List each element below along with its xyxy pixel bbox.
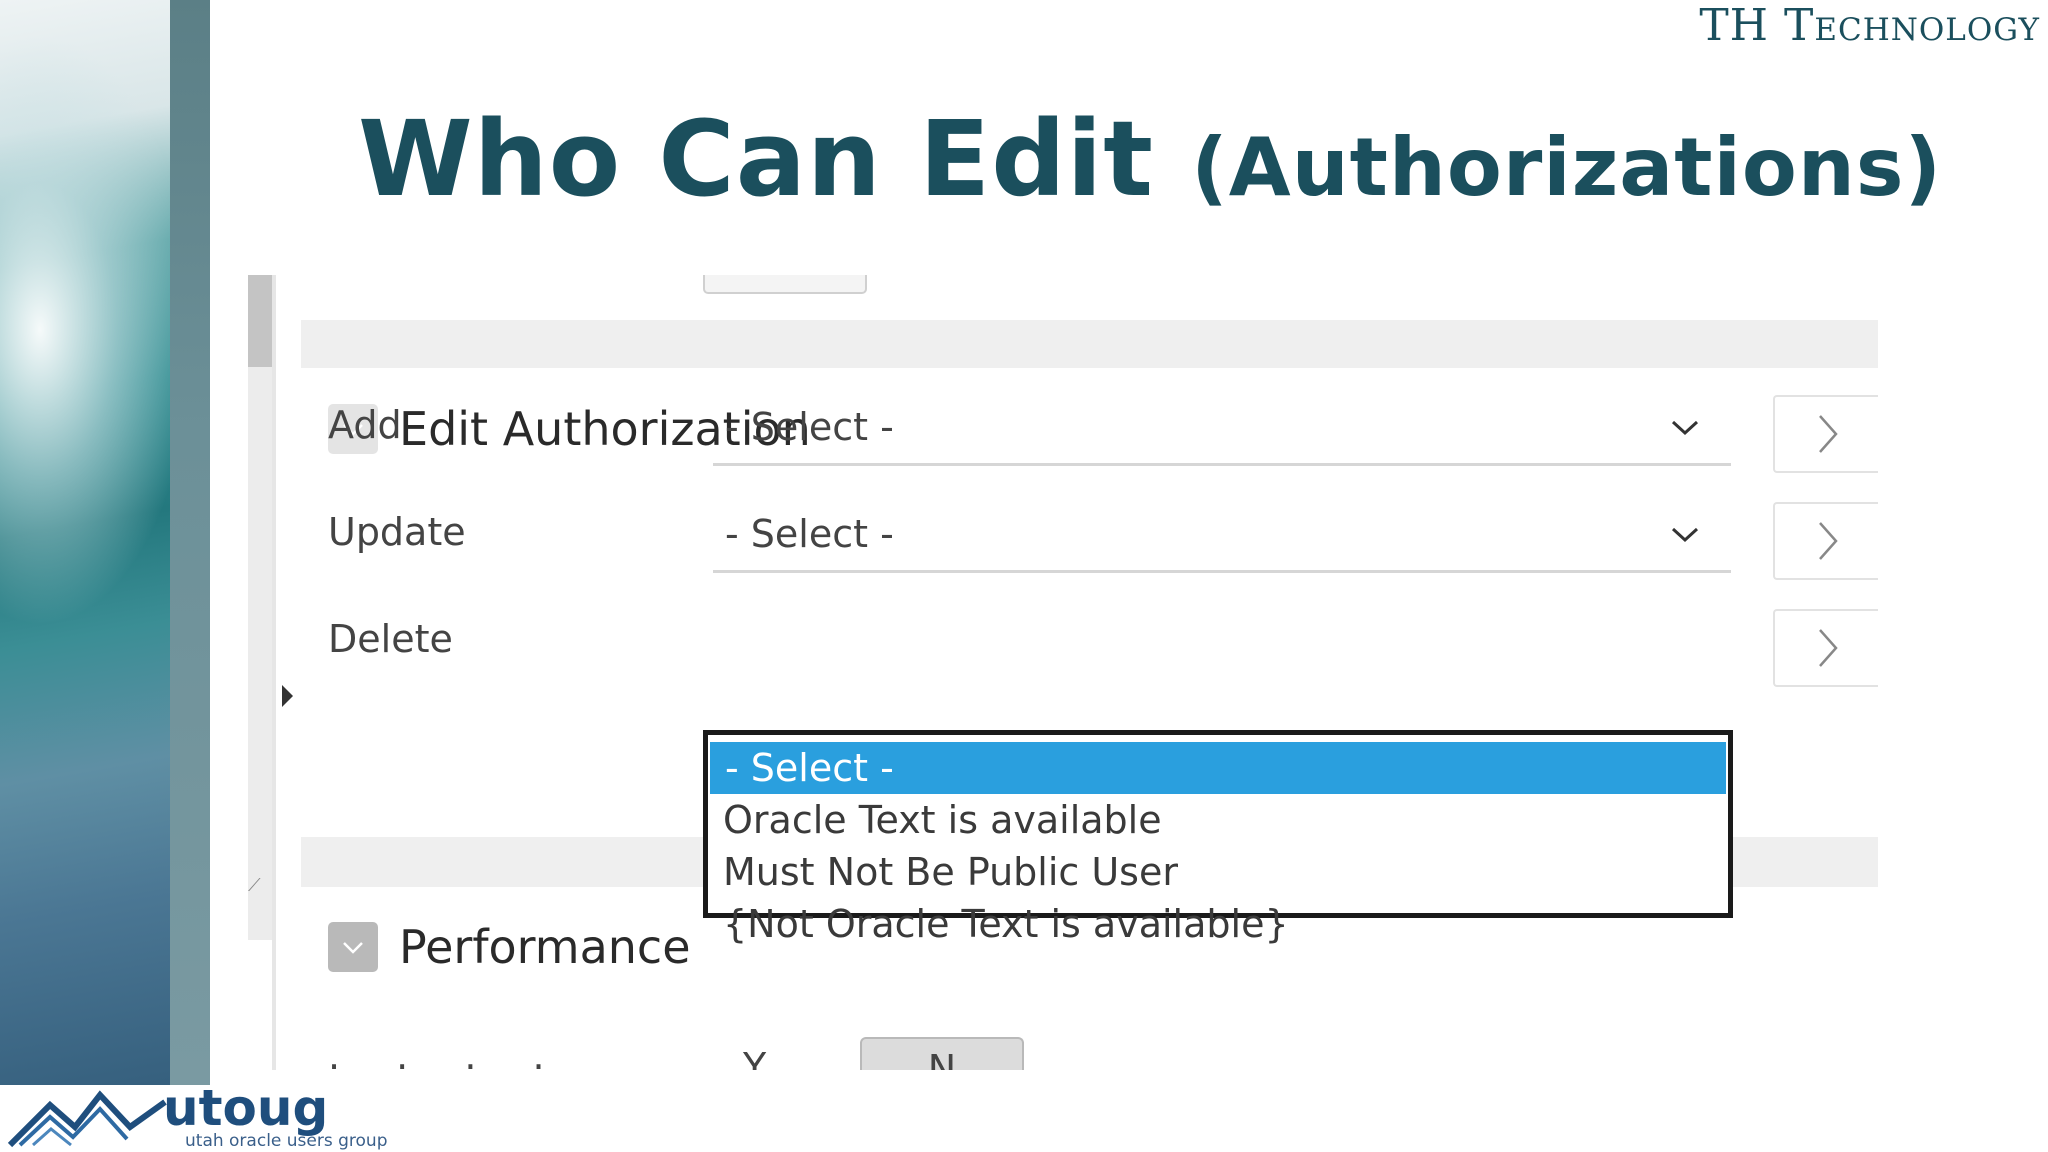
delete-arrow-button[interactable] xyxy=(1773,609,1878,687)
chevron-down-icon xyxy=(1671,420,1699,436)
field-label-delete: Delete xyxy=(328,617,453,661)
partial-button[interactable] xyxy=(703,275,867,294)
field-label-add: Add xyxy=(328,403,402,447)
chevron-right-icon xyxy=(1818,415,1838,453)
select-value: - Select - xyxy=(725,405,894,449)
resize-handle-icon[interactable]: ⟋ xyxy=(248,875,261,896)
update-arrow-button[interactable] xyxy=(1773,502,1878,580)
logo-word: utoug xyxy=(163,1079,329,1137)
delete-dropdown-list[interactable]: - Select - Oracle Text is available Must… xyxy=(703,730,1733,946)
dropdown-option[interactable]: Must Not Be Public User xyxy=(708,846,1728,898)
add-select[interactable]: - Select - xyxy=(713,395,1731,466)
expand-arrow-icon[interactable] xyxy=(282,685,293,707)
screenshot-panel: ⟋ Edit Authorization Add - Select - Upda… xyxy=(248,275,1878,1070)
chevron-down-icon xyxy=(1671,527,1699,543)
dropdown-option[interactable]: Oracle Text is available xyxy=(708,794,1728,846)
update-select[interactable]: - Select - xyxy=(713,502,1731,573)
chevron-down-icon xyxy=(343,942,363,954)
region-separator xyxy=(301,320,1878,368)
cut-off-button[interactable]: N xyxy=(860,1037,1024,1070)
performance-header: Performance xyxy=(328,920,691,974)
brand-name: TH Technology xyxy=(1699,0,2040,51)
chevron-right-icon xyxy=(1818,629,1838,667)
select-value: - Select - xyxy=(725,512,894,556)
decorative-bar xyxy=(170,0,210,1085)
logo-tagline: utah oracle users group xyxy=(185,1131,388,1151)
dropdown-option[interactable]: {Not Oracle Text is available} xyxy=(708,898,1728,950)
chevron-right-icon xyxy=(1818,522,1838,560)
region-title: Performance xyxy=(399,920,691,974)
field-label-update: Update xyxy=(328,510,466,554)
dropdown-option[interactable]: - Select - xyxy=(710,742,1726,794)
cut-off-row: · · · · xyxy=(328,1045,567,1070)
utoug-logo: utoug utah oracle users group xyxy=(5,1079,388,1152)
title-sub: (Authorizations) xyxy=(1191,121,1942,214)
add-arrow-button[interactable] xyxy=(1773,395,1878,473)
scrollbar-thumb[interactable] xyxy=(248,275,272,367)
side-divider xyxy=(272,275,276,1070)
collapse-toggle-button[interactable] xyxy=(328,922,378,972)
vertical-scrollbar[interactable] xyxy=(248,275,272,940)
slide-title: Who Can Edit (Authorizations) xyxy=(358,98,1942,220)
mountain-logo-icon xyxy=(7,1090,167,1148)
cut-off-text: Y xyxy=(743,1045,767,1070)
title-main: Who Can Edit xyxy=(358,98,1155,220)
